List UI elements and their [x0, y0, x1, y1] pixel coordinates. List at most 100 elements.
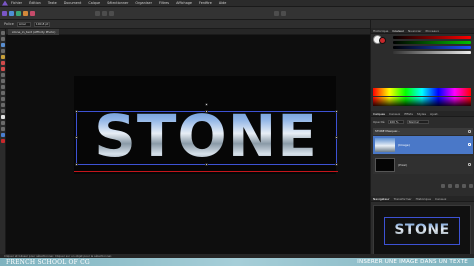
resize-handle-top[interactable]: [205, 110, 208, 113]
font-size-field[interactable]: 100,8 pt: [33, 21, 51, 27]
resize-handle-right[interactable]: [335, 136, 338, 139]
font-family-field[interactable]: Arial: [16, 21, 31, 27]
tab-canaux-nav[interactable]: Canaux: [435, 197, 446, 201]
resize-handle-top-left[interactable]: [75, 110, 78, 113]
liquify-persona-icon[interactable]: [9, 10, 14, 16]
visibility-checkbox[interactable]: [468, 163, 471, 166]
navigator-preview[interactable]: STONE: [373, 205, 471, 261]
tab-historique-nav[interactable]: Historique: [416, 197, 431, 201]
layer-row-background[interactable]: (Pixel): [373, 156, 473, 174]
menu-calque[interactable]: Calque: [88, 1, 100, 5]
crop-tool-icon[interactable]: [0, 37, 5, 41]
resize-handle-bottom-left[interactable]: [75, 163, 78, 166]
menu-texte[interactable]: Texte: [48, 1, 57, 5]
zoom-tool-icon[interactable]: [0, 121, 5, 125]
fx-icon[interactable]: [462, 184, 466, 188]
tab-nuancier[interactable]: Nuancier: [408, 29, 421, 33]
burn-tool-icon[interactable]: [0, 79, 5, 83]
text-baseline-guide: [74, 171, 338, 172]
menu-filtres[interactable]: Filtres: [159, 1, 169, 5]
resize-handle-top-right[interactable]: [335, 110, 338, 113]
resize-handle-bottom-right[interactable]: [335, 163, 338, 166]
add-layer-icon[interactable]: [441, 184, 445, 188]
view-tool-icon[interactable]: [95, 10, 100, 16]
background-layer-thumbnail: [375, 158, 395, 172]
green-slider[interactable]: [393, 41, 471, 44]
view-tool-icon[interactable]: [0, 127, 5, 131]
color-wells[interactable]: [373, 35, 389, 45]
background-layer-type: (Pixel): [398, 163, 408, 167]
menu-selectionner[interactable]: Sélectionner: [107, 1, 128, 5]
menu-affichage[interactable]: Affichage: [176, 1, 192, 5]
navigator-panel-tabs: Navigateur Transformer Historique Canaux: [371, 196, 474, 202]
visibility-checkbox[interactable]: [468, 143, 471, 146]
menu-document[interactable]: Document: [64, 1, 82, 5]
menu-fichier[interactable]: Fichier: [11, 1, 22, 5]
visibility-checkbox[interactable]: [468, 130, 471, 133]
top-toolbar: [0, 7, 474, 20]
tab-pinceaux[interactable]: Pinceaux: [426, 29, 440, 33]
color-spectrum[interactable]: [373, 97, 471, 106]
menu-aide[interactable]: Aide: [219, 1, 227, 5]
image-layer-thumbnail: [375, 138, 395, 152]
selection-bounding-box[interactable]: [76, 111, 337, 165]
blur-tool-icon[interactable]: [0, 97, 5, 101]
move-tool-icon[interactable]: [0, 31, 5, 35]
move-tool-icon[interactable]: [102, 10, 107, 16]
hue-bar[interactable]: [373, 88, 471, 96]
photo-persona-icon[interactable]: [2, 10, 7, 16]
text-tool-icon[interactable]: [0, 115, 5, 119]
app-logo-icon: [2, 0, 8, 6]
selection-brush-icon[interactable]: [0, 43, 5, 47]
context-toolbar: Police Arial 100,8 pt: [0, 20, 370, 29]
shape-tool-icon[interactable]: [0, 109, 5, 113]
menu-fenetre[interactable]: Fenêtre: [199, 1, 212, 5]
selection-tool-icon[interactable]: [109, 10, 114, 16]
opacity-field[interactable]: 100 %: [387, 120, 404, 124]
develop-persona-icon[interactable]: [16, 10, 21, 16]
tab-effets[interactable]: Effets: [404, 112, 413, 116]
stroke-color-well[interactable]: [379, 37, 386, 44]
arrange-icon[interactable]: [274, 10, 279, 16]
layer-row-text[interactable]: STONE Masquer...: [373, 128, 473, 135]
layer-row-image[interactable]: (Image): [373, 136, 473, 154]
tab-transformer[interactable]: Transformer: [394, 197, 412, 201]
font-label: Police: [4, 22, 14, 26]
color-swatch-icon[interactable]: [0, 139, 5, 143]
tone-mapping-persona-icon[interactable]: [23, 10, 28, 16]
resize-handle-left[interactable]: [75, 136, 78, 139]
navigator-view-frame[interactable]: [384, 217, 460, 245]
marquee-tool-icon[interactable]: [0, 49, 5, 53]
delete-layer-icon[interactable]: [469, 184, 473, 188]
rotate-handle[interactable]: [205, 103, 208, 106]
adjustment-icon[interactable]: [455, 184, 459, 188]
resize-handle-bottom[interactable]: [205, 163, 208, 166]
tab-couleur[interactable]: Couleur: [392, 29, 404, 33]
flood-fill-icon[interactable]: [0, 55, 5, 59]
paint-brush-icon[interactable]: [0, 61, 5, 65]
blend-mode-select[interactable]: Normal: [406, 120, 429, 124]
layers-footer: [373, 183, 473, 189]
align-icon[interactable]: [281, 10, 286, 16]
export-persona-icon[interactable]: [30, 10, 35, 16]
brand-name: FRENCH SCHOOL OF CG: [6, 258, 90, 266]
tab-calques[interactable]: Calques: [373, 112, 385, 116]
healing-tool-icon[interactable]: [0, 91, 5, 95]
tab-canaux[interactable]: Canaux: [389, 112, 400, 116]
blue-slider[interactable]: [393, 46, 471, 49]
red-slider[interactable]: [393, 36, 471, 39]
erase-brush-icon[interactable]: [0, 67, 5, 71]
tab-navigateur[interactable]: Navigateur: [373, 197, 390, 201]
mask-layer-icon[interactable]: [448, 184, 452, 188]
tab-historique[interactable]: Historique: [373, 29, 388, 33]
text-layer-name: STONE Masquer...: [375, 129, 400, 133]
menu-organiser[interactable]: Organiser: [135, 1, 152, 5]
pen-tool-icon[interactable]: [0, 103, 5, 107]
clone-tool-icon[interactable]: [0, 85, 5, 89]
opacity-slider[interactable]: [393, 51, 471, 54]
dodge-tool-icon[interactable]: [0, 73, 5, 77]
tab-styles[interactable]: Styles: [417, 112, 426, 116]
menu-edition[interactable]: Édition: [29, 1, 41, 5]
gradient-tool-icon[interactable]: [0, 133, 5, 137]
tab-ajustements[interactable]: Ajust.: [430, 112, 438, 116]
